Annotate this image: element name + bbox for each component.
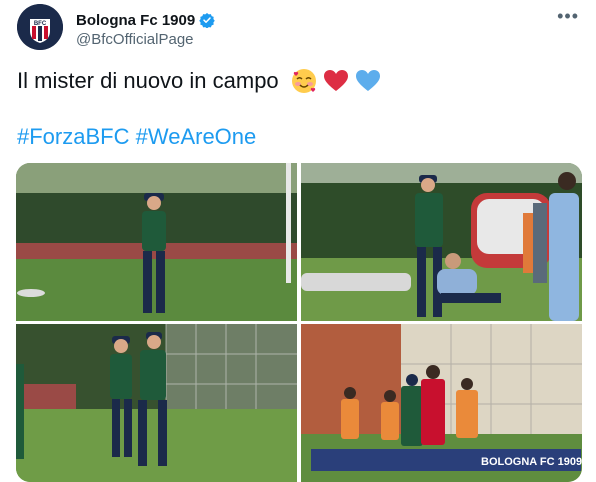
hashtag-line: #ForzaBFC #WeAreOne [17,122,256,152]
avatar-text: BFC [34,21,47,27]
tweet-body: Il mister di nuovo in campo [17,68,279,93]
bologna-crest-icon: BFC [17,4,63,50]
verified-badge-icon [199,13,215,28]
photo-1[interactable] [16,163,297,321]
blue-heart-icon [355,70,380,91]
avatar[interactable]: BFC [17,4,63,50]
photo-4[interactable]: BOLOGNA FC 1909 [301,324,582,482]
more-horizontal-icon[interactable]: ••• [557,6,579,27]
tweet-header: BFC Bologna Fc 1909 @BfcOfficialPage ••• [17,4,587,52]
photo-3[interactable] [16,324,297,482]
red-heart-icon [323,70,348,91]
hashtag-forzabfc[interactable]: #ForzaBFC [17,124,129,149]
display-name[interactable]: Bologna Fc 1909 [76,12,195,29]
tweet-text: Il mister di nuovo in campo [17,66,381,96]
media-grid: BOLOGNA FC 1909 [16,163,582,482]
hashtag-weareone[interactable]: #WeAreOne [136,124,257,149]
photo4-banner-text: BOLOGNA FC 1909 [481,456,582,468]
name-row: Bologna Fc 1909 [76,10,215,30]
smiling-face-with-hearts-icon [291,69,316,93]
photo-2[interactable] [301,163,582,321]
handle[interactable]: @BfcOfficialPage [76,31,194,48]
